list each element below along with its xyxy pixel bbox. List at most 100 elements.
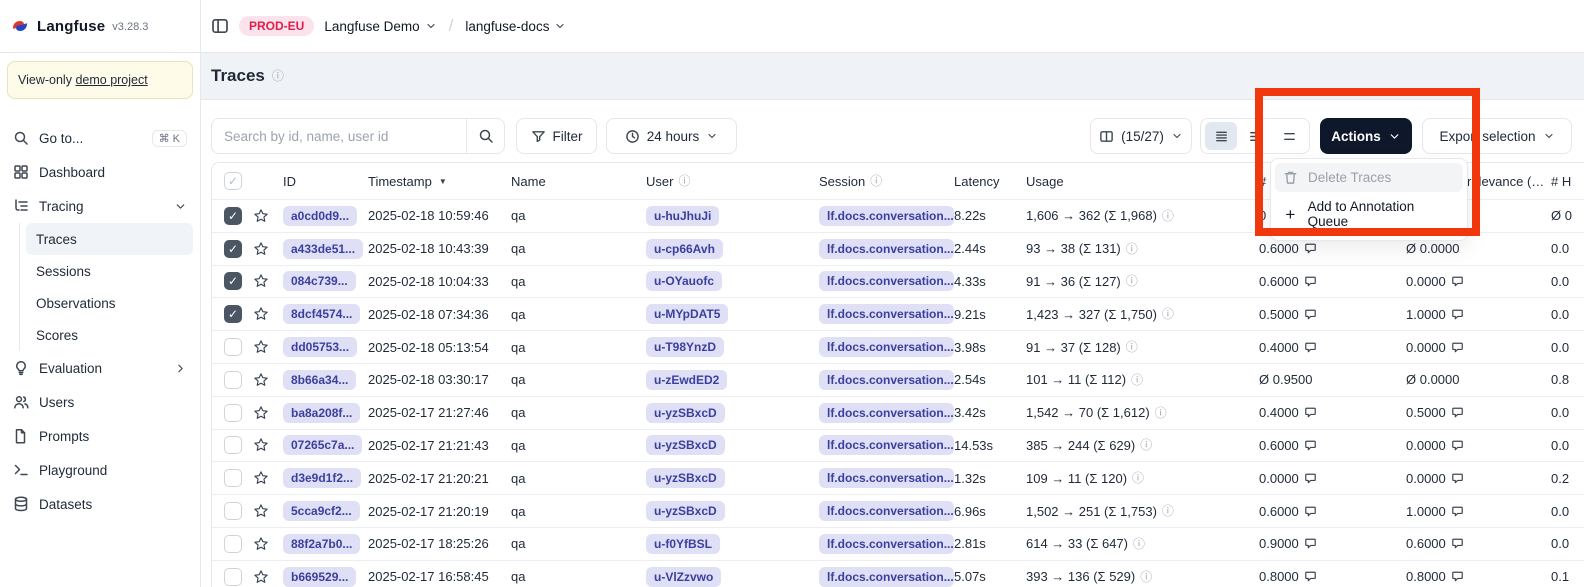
sidebar-item-traces[interactable]: Traces — [26, 223, 193, 255]
session-badge[interactable]: lf.docs.conversation... — [819, 304, 954, 324]
sidebar-item-dashboard[interactable]: Dashboard — [7, 155, 193, 189]
user-badge[interactable]: u-f0YfBSL — [646, 534, 720, 554]
row-checkbox[interactable] — [212, 469, 253, 487]
menu-item-delete-traces[interactable]: Delete Traces — [1275, 163, 1463, 192]
session-badge[interactable]: lf.docs.conversation... — [819, 337, 954, 357]
search-submit-button[interactable] — [466, 119, 504, 153]
sidebar-item-tracing[interactable]: Tracing — [7, 189, 193, 223]
session-badge[interactable]: lf.docs.conversation... — [819, 435, 954, 455]
row-checkbox[interactable] — [212, 207, 253, 225]
row-checkbox[interactable] — [212, 502, 253, 520]
filter-button[interactable]: Filter — [516, 118, 597, 154]
row-height-small-button[interactable] — [1205, 122, 1237, 150]
search-input[interactable] — [212, 119, 466, 153]
header-latency[interactable]: Latency — [954, 174, 1026, 189]
trace-id-badge[interactable]: 07265c7a... — [283, 435, 362, 455]
row-star[interactable] — [253, 208, 283, 224]
session-badge[interactable]: lf.docs.conversation... — [819, 370, 954, 390]
latency-cell: 6.96s — [954, 504, 1026, 519]
header-usage[interactable]: Usage — [1026, 174, 1259, 189]
row-star[interactable] — [253, 306, 283, 322]
sidebar-item-sessions[interactable]: Sessions — [26, 255, 193, 287]
row-checkbox[interactable] — [212, 436, 253, 454]
user-badge[interactable]: u-yzSBxcD — [646, 403, 725, 423]
trace-id-badge[interactable]: 8b66a34... — [283, 370, 356, 390]
header-score-relevance[interactable]: relevance (… — [1467, 174, 1551, 189]
demo-project-link[interactable]: demo project — [75, 73, 147, 87]
trace-id-badge[interactable]: b669529... — [283, 567, 356, 587]
row-star[interactable] — [253, 405, 283, 421]
row-star[interactable] — [253, 273, 283, 289]
header-timestamp[interactable]: Timestamp▼ — [368, 174, 511, 189]
row-star[interactable] — [253, 241, 283, 257]
user-badge[interactable]: u-cp66Avh — [646, 239, 723, 259]
user-badge[interactable]: u-huJhuJi — [646, 206, 719, 226]
row-star[interactable] — [253, 437, 283, 453]
trace-id-badge[interactable]: 5cca9cf2... — [283, 501, 360, 521]
row-checkbox[interactable] — [212, 272, 253, 290]
user-badge[interactable]: u-OYauofc — [646, 271, 722, 291]
session-badge[interactable]: lf.docs.conversation... — [819, 239, 954, 259]
sidebar-item-observations[interactable]: Observations — [26, 287, 193, 319]
user-badge[interactable]: u-T98YnzD — [646, 337, 724, 357]
org-selector[interactable]: Langfuse Demo — [324, 19, 436, 34]
menu-item-add-to-annotation-queue[interactable]: + Add to Annotation Queue — [1275, 192, 1463, 236]
header-id[interactable]: ID — [283, 174, 368, 189]
row-star[interactable] — [253, 536, 283, 552]
trace-id-badge[interactable]: ba8a208f... — [283, 403, 360, 423]
row-checkbox[interactable] — [212, 568, 253, 586]
row-star[interactable] — [253, 372, 283, 388]
sidebar-item-users[interactable]: Users — [7, 385, 193, 419]
select-all-checkbox[interactable] — [212, 172, 253, 190]
project-selector[interactable]: langfuse-docs — [465, 19, 566, 34]
session-badge[interactable]: lf.docs.conversation... — [819, 567, 954, 587]
user-badge[interactable]: u-VlZzvwo — [646, 567, 721, 587]
timestamp-cell: 2025-02-18 05:13:54 — [368, 340, 511, 355]
session-badge[interactable]: lf.docs.conversation... — [819, 271, 954, 291]
row-checkbox[interactable] — [212, 240, 253, 258]
session-badge[interactable]: lf.docs.conversation... — [819, 501, 954, 521]
row-checkbox[interactable] — [212, 371, 253, 389]
row-star[interactable] — [253, 569, 283, 585]
header-user[interactable]: Userⓘ — [646, 174, 819, 189]
trace-id-badge[interactable]: 88f2a7b0... — [283, 534, 360, 554]
sidebar-item-evaluation[interactable]: Evaluation — [7, 351, 193, 385]
trace-id-badge[interactable]: d3e9d1f2... — [283, 468, 361, 488]
session-badge[interactable]: lf.docs.conversation... — [819, 468, 954, 488]
session-badge[interactable]: lf.docs.conversation... — [819, 403, 954, 423]
goto-button[interactable]: Go to... ⌘ K — [7, 121, 193, 155]
row-height-large-button[interactable] — [1273, 122, 1305, 150]
actions-button[interactable]: Actions — [1320, 118, 1412, 154]
trace-id-badge[interactable]: 084c739... — [283, 271, 356, 291]
row-checkbox[interactable] — [212, 338, 253, 356]
row-checkbox[interactable] — [212, 305, 253, 323]
session-badge[interactable]: lf.docs.conversation... — [819, 206, 954, 226]
sidebar-item-datasets[interactable]: Datasets — [7, 487, 193, 521]
user-badge[interactable]: u-yzSBxcD — [646, 501, 725, 521]
header-name[interactable]: Name — [511, 174, 646, 189]
trace-id-badge[interactable]: 8dcf4574... — [283, 304, 360, 324]
session-badge[interactable]: lf.docs.conversation... — [819, 534, 954, 554]
time-range-button[interactable]: 24 hours — [606, 118, 737, 154]
trace-id-badge[interactable]: dd05753... — [283, 337, 357, 357]
sidebar-item-scores[interactable]: Scores — [26, 319, 193, 351]
row-height-medium-button[interactable] — [1239, 122, 1271, 150]
sidebar-toggle-icon[interactable] — [211, 17, 229, 35]
row-star[interactable] — [253, 470, 283, 486]
sidebar-item-prompts[interactable]: Prompts — [7, 419, 193, 453]
row-star[interactable] — [253, 339, 283, 355]
user-badge[interactable]: u-yzSBxcD — [646, 468, 725, 488]
column-visibility-button[interactable]: (15/27) — [1090, 118, 1192, 154]
row-star[interactable] — [253, 503, 283, 519]
trace-id-badge[interactable]: a433de51... — [283, 239, 363, 259]
user-badge[interactable]: u-zEwdED2 — [646, 370, 727, 390]
user-badge[interactable]: u-MYpDAT5 — [646, 304, 728, 324]
header-score-4[interactable]: # H — [1551, 174, 1584, 189]
export-selection-button[interactable]: Export selection — [1422, 118, 1572, 154]
row-checkbox[interactable] — [212, 404, 253, 422]
trace-id-badge[interactable]: a0cd0d9... — [283, 206, 357, 226]
sidebar-item-playground[interactable]: Playground — [7, 453, 193, 487]
user-badge[interactable]: u-yzSBxcD — [646, 435, 725, 455]
header-session[interactable]: Sessionⓘ — [819, 174, 954, 189]
row-checkbox[interactable] — [212, 535, 253, 553]
